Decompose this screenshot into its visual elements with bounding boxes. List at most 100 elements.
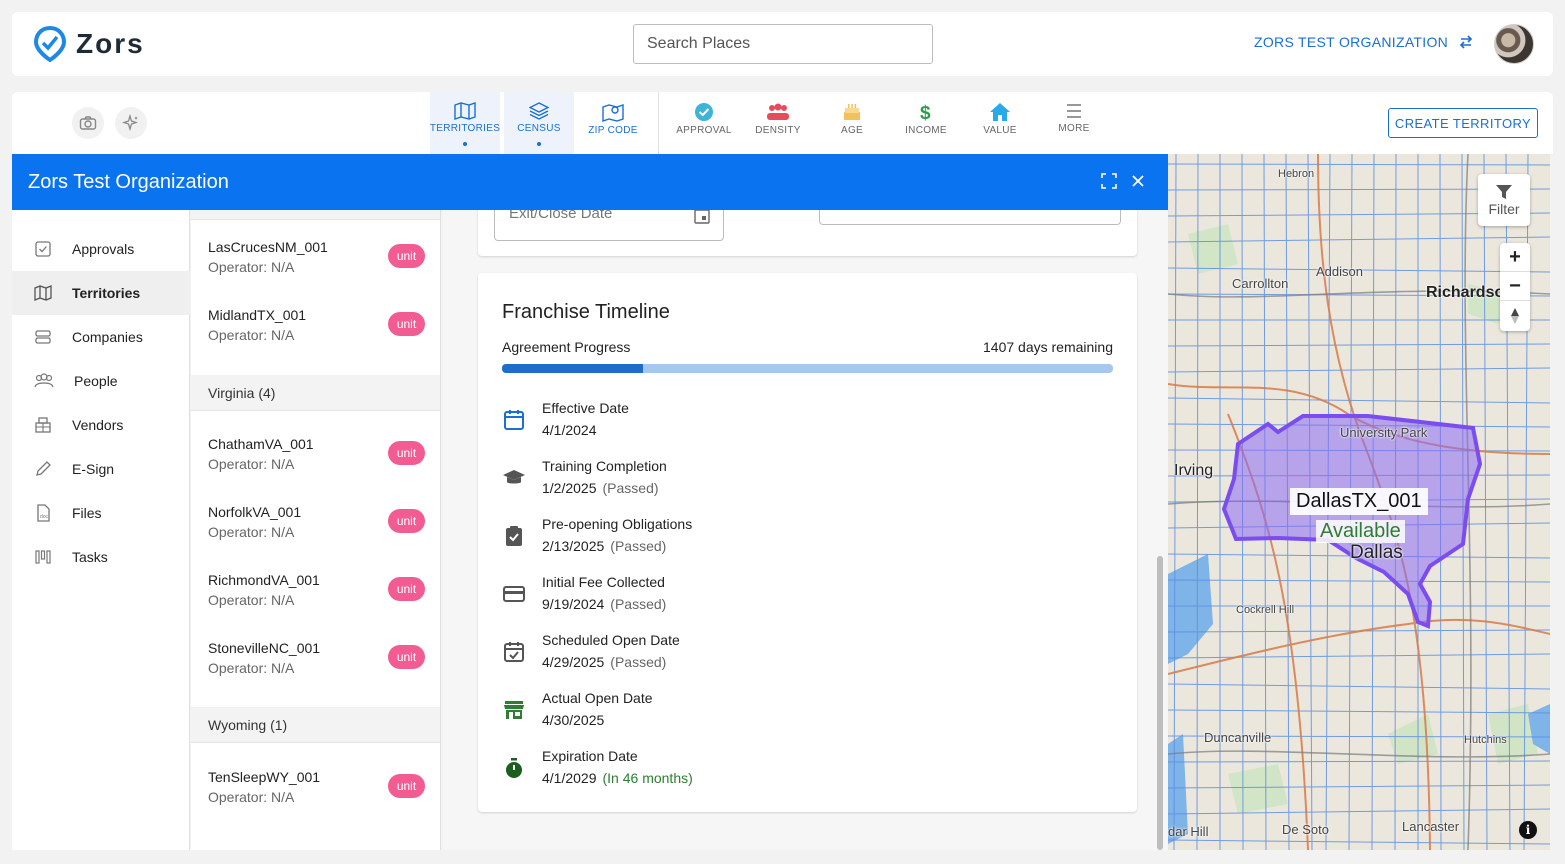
timeline-item: Actual Open Date 4/30/2025 (502, 690, 1102, 734)
territory-map-label[interactable]: DallasTX_001 (1290, 488, 1428, 515)
tab-label: ZIP CODE (588, 125, 638, 136)
list-item[interactable]: LasCrucesNM_001 Operator: N/A unit (191, 239, 440, 307)
compass-button[interactable] (1500, 301, 1530, 330)
map-place-label: Duncanville (1204, 730, 1272, 745)
timeline-item: Expiration Date 4/1/2029 (In 46 months) (502, 748, 1102, 792)
fullscreen-icon[interactable] (1101, 173, 1117, 189)
org-name: ZORS TEST ORGANIZATION (1254, 34, 1449, 50)
unit-badge: unit (388, 774, 425, 798)
zoom-out-button[interactable]: − (1500, 272, 1530, 301)
date-field[interactable] (819, 210, 1121, 225)
tool-income[interactable]: $ INCOME (891, 92, 961, 154)
list-item[interactable]: ChathamVA_001 Operator: N/A unit (191, 436, 440, 504)
exit-close-date-field[interactable]: Exit/Close Date (494, 210, 724, 241)
map-view[interactable]: Hebron Addison Carrollton Richardson Uni… (1168, 154, 1550, 850)
territory-name: NorfolkVA_001 (208, 504, 302, 520)
progress-label: Agreement Progress (502, 339, 631, 355)
tool-label: VALUE (983, 125, 1017, 136)
timeline-date: 2/13/2025 (Passed) (542, 538, 667, 554)
territory-status-label: Available (1316, 520, 1405, 543)
list-item[interactable]: TenSleepWY_001 Operator: N/A unit (191, 769, 440, 837)
map-filter-button[interactable]: Filter (1478, 174, 1530, 226)
dates-card: Exit/Close Date (478, 210, 1137, 256)
timeline-status: (Passed) (610, 596, 667, 612)
org-switcher[interactable]: ZORS TEST ORGANIZATION (1254, 34, 1474, 50)
list-item[interactable]: RichmondVA_001 Operator: N/A unit (191, 572, 440, 640)
sidebar-item-files[interactable]: doc Files (12, 491, 190, 535)
timeline-status: (Passed) (602, 480, 659, 496)
sidebar-item-vendors[interactable]: Vendors (12, 403, 190, 447)
sidebar-item-label: People (74, 373, 118, 389)
sidebar-item-territories[interactable]: Territories (12, 271, 190, 315)
screenshot-button[interactable] (72, 107, 104, 139)
map-place-label: dar Hill (1168, 824, 1209, 839)
list-item[interactable]: MidlandTX_001 Operator: N/A unit (191, 307, 440, 375)
calendar-icon[interactable] (693, 210, 711, 225)
tool-age[interactable]: AGE (817, 92, 887, 154)
user-avatar[interactable] (1494, 24, 1534, 64)
unit-badge: unit (388, 312, 425, 336)
timeline-status: (Passed) (610, 538, 667, 554)
state-group-header[interactable]: Wyoming (1) (191, 707, 440, 743)
tab-label: CENSUS (517, 123, 561, 134)
sidebar-item-esign[interactable]: E-Sign (12, 447, 190, 491)
tab-census[interactable]: CENSUS (504, 92, 574, 154)
map-place-label: Hutchins (1464, 734, 1507, 746)
tool-density[interactable]: DENSITY (743, 92, 813, 154)
timeline-date: 4/1/2024 (542, 422, 597, 438)
attribution-info-icon[interactable]: i (1519, 821, 1537, 839)
state-group-header[interactable]: Virginia (4) (191, 375, 440, 411)
territory-operator: Operator: N/A (208, 259, 295, 275)
tab-zip-code[interactable]: ZIP CODE (578, 92, 648, 154)
filter-label: Filter (1488, 201, 1520, 217)
zoom-in-button[interactable]: + (1500, 243, 1530, 272)
sidebar-item-tasks[interactable]: Tasks (12, 535, 190, 579)
timeline-item: Initial Fee Collected 9/19/2024 (Passed) (502, 574, 1102, 618)
timeline-title: Expiration Date (542, 748, 638, 764)
sidebar-item-label: Territories (72, 285, 141, 301)
cake-icon (844, 104, 860, 120)
sidebar-item-people[interactable]: People (12, 359, 190, 403)
close-icon[interactable] (1132, 175, 1144, 187)
territory-operator: Operator: N/A (208, 456, 295, 472)
sparkle-icon (122, 114, 139, 132)
map-icon (454, 102, 476, 120)
timeline-date: 4/29/2025 (Passed) (542, 654, 667, 670)
tool-value[interactable]: VALUE (965, 92, 1035, 154)
territory-operator: Operator: N/A (208, 660, 295, 676)
unit-badge: unit (388, 441, 425, 465)
territory-operator: Operator: N/A (208, 789, 295, 805)
compass-icon (1511, 307, 1519, 324)
panel-header: Zors Test Organization (12, 154, 1168, 210)
list-item[interactable]: NorfolkVA_001 Operator: N/A unit (191, 504, 440, 572)
state-label: Virginia (4) (208, 384, 276, 401)
calendar-icon (504, 410, 524, 430)
brand-logo[interactable]: Zors (34, 26, 145, 62)
calendar-check-icon (504, 642, 524, 662)
territory-operator: Operator: N/A (208, 592, 295, 608)
detail-scrollbar[interactable] (1157, 556, 1163, 850)
layers-icon (529, 102, 549, 120)
people-icon (34, 373, 54, 388)
home-icon (990, 103, 1010, 121)
zors-logo-icon (34, 26, 66, 62)
tab-territories[interactable]: TERRITORIES (430, 92, 500, 154)
timeline-status: (Passed) (610, 654, 667, 670)
map-place-label: University Park (1340, 425, 1428, 440)
create-territory-button[interactable]: CREATE TERRITORY (1388, 108, 1538, 138)
list-item[interactable]: StonevilleNC_001 Operator: N/A unit (191, 640, 440, 708)
sidebar-item-companies[interactable]: Companies (12, 315, 190, 359)
top-header: Zors ZORS TEST ORGANIZATION (12, 12, 1553, 76)
tool-approval[interactable]: APPROVAL (669, 92, 739, 154)
map-place-label: Cockrell Hill (1236, 604, 1295, 616)
timeline-title: Pre-opening Obligations (542, 516, 693, 532)
timeline-date: 4/1/2029 (In 46 months) (542, 770, 693, 786)
active-dot (463, 142, 467, 146)
agreement-progress-bar (502, 364, 1113, 373)
sidebar-item-approvals[interactable]: Approvals (12, 227, 190, 271)
timeline-item: Training Completion 1/2/2025 (Passed) (502, 458, 1102, 502)
territory-name: StonevilleNC_001 (208, 640, 321, 656)
search-input[interactable] (633, 24, 933, 64)
ai-sparkle-button[interactable] (115, 107, 147, 139)
tool-more[interactable]: MORE (1039, 92, 1109, 154)
